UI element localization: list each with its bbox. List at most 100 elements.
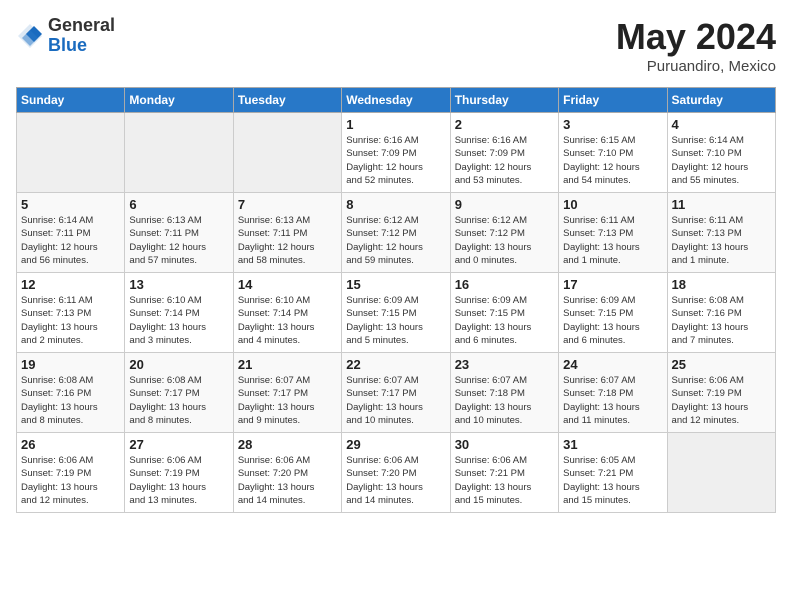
day-info: Sunrise: 6:06 AM Sunset: 7:21 PM Dayligh…	[455, 454, 554, 507]
weekday-header: Wednesday	[342, 88, 450, 113]
day-number: 1	[346, 117, 445, 132]
day-number: 2	[455, 117, 554, 132]
calendar-table: SundayMondayTuesdayWednesdayThursdayFrid…	[16, 87, 776, 513]
day-info: Sunrise: 6:06 AM Sunset: 7:20 PM Dayligh…	[238, 454, 337, 507]
calendar-cell: 20 Sunrise: 6:08 AM Sunset: 7:17 PM Dayli…	[125, 353, 233, 433]
calendar-cell: 25 Sunrise: 6:06 AM Sunset: 7:19 PM Dayli…	[667, 353, 775, 433]
day-number: 21	[238, 357, 337, 372]
weekday-header: Thursday	[450, 88, 558, 113]
day-info: Sunrise: 6:08 AM Sunset: 7:16 PM Dayligh…	[21, 374, 120, 427]
day-info: Sunrise: 6:06 AM Sunset: 7:19 PM Dayligh…	[129, 454, 228, 507]
weekday-header: Saturday	[667, 88, 775, 113]
day-info: Sunrise: 6:14 AM Sunset: 7:10 PM Dayligh…	[672, 134, 771, 187]
calendar-week-row: 26 Sunrise: 6:06 AM Sunset: 7:19 PM Dayli…	[17, 433, 776, 513]
day-number: 26	[21, 437, 120, 452]
logo-icon	[16, 22, 44, 50]
calendar-week-row: 12 Sunrise: 6:11 AM Sunset: 7:13 PM Dayli…	[17, 273, 776, 353]
calendar-cell: 31 Sunrise: 6:05 AM Sunset: 7:21 PM Dayli…	[559, 433, 667, 513]
day-info: Sunrise: 6:10 AM Sunset: 7:14 PM Dayligh…	[129, 294, 228, 347]
day-info: Sunrise: 6:09 AM Sunset: 7:15 PM Dayligh…	[563, 294, 662, 347]
calendar-cell: 2 Sunrise: 6:16 AM Sunset: 7:09 PM Daylig…	[450, 113, 558, 193]
day-number: 7	[238, 197, 337, 212]
calendar-week-row: 19 Sunrise: 6:08 AM Sunset: 7:16 PM Dayli…	[17, 353, 776, 433]
weekday-header: Sunday	[17, 88, 125, 113]
day-number: 29	[346, 437, 445, 452]
calendar-cell: 16 Sunrise: 6:09 AM Sunset: 7:15 PM Dayli…	[450, 273, 558, 353]
month-title: May 2024	[616, 16, 776, 58]
day-number: 16	[455, 277, 554, 292]
calendar-cell: 30Sunrise: 6:06 AM Sunset: 7:21 PM Dayli…	[450, 433, 558, 513]
title-block: May 2024 Puruandiro, Mexico	[616, 16, 776, 75]
calendar-cell: 13 Sunrise: 6:10 AM Sunset: 7:14 PM Dayli…	[125, 273, 233, 353]
day-number: 19	[21, 357, 120, 372]
day-info: Sunrise: 6:08 AM Sunset: 7:16 PM Dayligh…	[672, 294, 771, 347]
day-info: Sunrise: 6:05 AM Sunset: 7:21 PM Dayligh…	[563, 454, 662, 507]
day-number: 24	[563, 357, 662, 372]
day-number: 25	[672, 357, 771, 372]
day-number: 9	[455, 197, 554, 212]
logo-general: General	[48, 15, 115, 35]
calendar-cell: 6 Sunrise: 6:13 AM Sunset: 7:11 PM Daylig…	[125, 193, 233, 273]
calendar-cell: 24 Sunrise: 6:07 AM Sunset: 7:18 PM Dayli…	[559, 353, 667, 433]
logo-blue: Blue	[48, 35, 87, 55]
day-info: Sunrise: 6:14 AM Sunset: 7:11 PM Dayligh…	[21, 214, 120, 267]
day-number: 20	[129, 357, 228, 372]
day-info: Sunrise: 6:11 AM Sunset: 7:13 PM Dayligh…	[21, 294, 120, 347]
day-number: 31	[563, 437, 662, 452]
calendar-cell: 1 Sunrise: 6:16 AM Sunset: 7:09 PM Daylig…	[342, 113, 450, 193]
day-info: Sunrise: 6:09 AM Sunset: 7:15 PM Dayligh…	[346, 294, 445, 347]
day-info: Sunrise: 6:11 AM Sunset: 7:13 PM Dayligh…	[563, 214, 662, 267]
day-number: 14	[238, 277, 337, 292]
calendar-cell: 14 Sunrise: 6:10 AM Sunset: 7:14 PM Dayli…	[233, 273, 341, 353]
day-number: 8	[346, 197, 445, 212]
day-info: Sunrise: 6:13 AM Sunset: 7:11 PM Dayligh…	[129, 214, 228, 267]
calendar-cell	[17, 113, 125, 193]
day-info: Sunrise: 6:16 AM Sunset: 7:09 PM Dayligh…	[455, 134, 554, 187]
day-number: 10	[563, 197, 662, 212]
calendar-cell: 18 Sunrise: 6:08 AM Sunset: 7:16 PM Dayli…	[667, 273, 775, 353]
calendar-cell: 28Sunrise: 6:06 AM Sunset: 7:20 PM Dayli…	[233, 433, 341, 513]
day-number: 5	[21, 197, 120, 212]
day-info: Sunrise: 6:15 AM Sunset: 7:10 PM Dayligh…	[563, 134, 662, 187]
day-info: Sunrise: 6:07 AM Sunset: 7:18 PM Dayligh…	[563, 374, 662, 427]
day-info: Sunrise: 6:10 AM Sunset: 7:14 PM Dayligh…	[238, 294, 337, 347]
calendar-cell: 4 Sunrise: 6:14 AM Sunset: 7:10 PM Daylig…	[667, 113, 775, 193]
day-number: 23	[455, 357, 554, 372]
day-number: 27	[129, 437, 228, 452]
day-info: Sunrise: 6:09 AM Sunset: 7:15 PM Dayligh…	[455, 294, 554, 347]
calendar-week-row: 5 Sunrise: 6:14 AM Sunset: 7:11 PM Daylig…	[17, 193, 776, 273]
day-info: Sunrise: 6:12 AM Sunset: 7:12 PM Dayligh…	[455, 214, 554, 267]
calendar-cell	[125, 113, 233, 193]
day-info: Sunrise: 6:16 AM Sunset: 7:09 PM Dayligh…	[346, 134, 445, 187]
calendar-cell: 11Sunrise: 6:11 AM Sunset: 7:13 PM Dayli…	[667, 193, 775, 273]
calendar-cell: 12 Sunrise: 6:11 AM Sunset: 7:13 PM Dayli…	[17, 273, 125, 353]
day-info: Sunrise: 6:06 AM Sunset: 7:19 PM Dayligh…	[672, 374, 771, 427]
day-info: Sunrise: 6:11 AM Sunset: 7:13 PM Dayligh…	[672, 214, 771, 267]
day-info: Sunrise: 6:08 AM Sunset: 7:17 PM Dayligh…	[129, 374, 228, 427]
day-number: 22	[346, 357, 445, 372]
day-number: 6	[129, 197, 228, 212]
calendar-cell: 5 Sunrise: 6:14 AM Sunset: 7:11 PM Daylig…	[17, 193, 125, 273]
calendar-cell: 19 Sunrise: 6:08 AM Sunset: 7:16 PM Dayli…	[17, 353, 125, 433]
calendar-week-row: 1 Sunrise: 6:16 AM Sunset: 7:09 PM Daylig…	[17, 113, 776, 193]
calendar-cell: 10 Sunrise: 6:11 AM Sunset: 7:13 PM Dayli…	[559, 193, 667, 273]
calendar-cell: 29 Sunrise: 6:06 AM Sunset: 7:20 PM Dayli…	[342, 433, 450, 513]
calendar-cell	[233, 113, 341, 193]
logo: General Blue	[16, 16, 115, 56]
weekday-header: Tuesday	[233, 88, 341, 113]
day-info: Sunrise: 6:07 AM Sunset: 7:17 PM Dayligh…	[346, 374, 445, 427]
day-info: Sunrise: 6:07 AM Sunset: 7:18 PM Dayligh…	[455, 374, 554, 427]
day-number: 17	[563, 277, 662, 292]
day-info: Sunrise: 6:06 AM Sunset: 7:20 PM Dayligh…	[346, 454, 445, 507]
day-number: 12	[21, 277, 120, 292]
calendar-cell	[667, 433, 775, 513]
weekday-header: Monday	[125, 88, 233, 113]
location: Puruandiro, Mexico	[616, 58, 776, 75]
calendar-cell: 3Sunrise: 6:15 AM Sunset: 7:10 PM Daylig…	[559, 113, 667, 193]
day-number: 4	[672, 117, 771, 132]
calendar-cell: 27 Sunrise: 6:06 AM Sunset: 7:19 PM Dayli…	[125, 433, 233, 513]
calendar-cell: 8Sunrise: 6:12 AM Sunset: 7:12 PM Daylig…	[342, 193, 450, 273]
day-info: Sunrise: 6:13 AM Sunset: 7:11 PM Dayligh…	[238, 214, 337, 267]
day-number: 18	[672, 277, 771, 292]
day-number: 13	[129, 277, 228, 292]
